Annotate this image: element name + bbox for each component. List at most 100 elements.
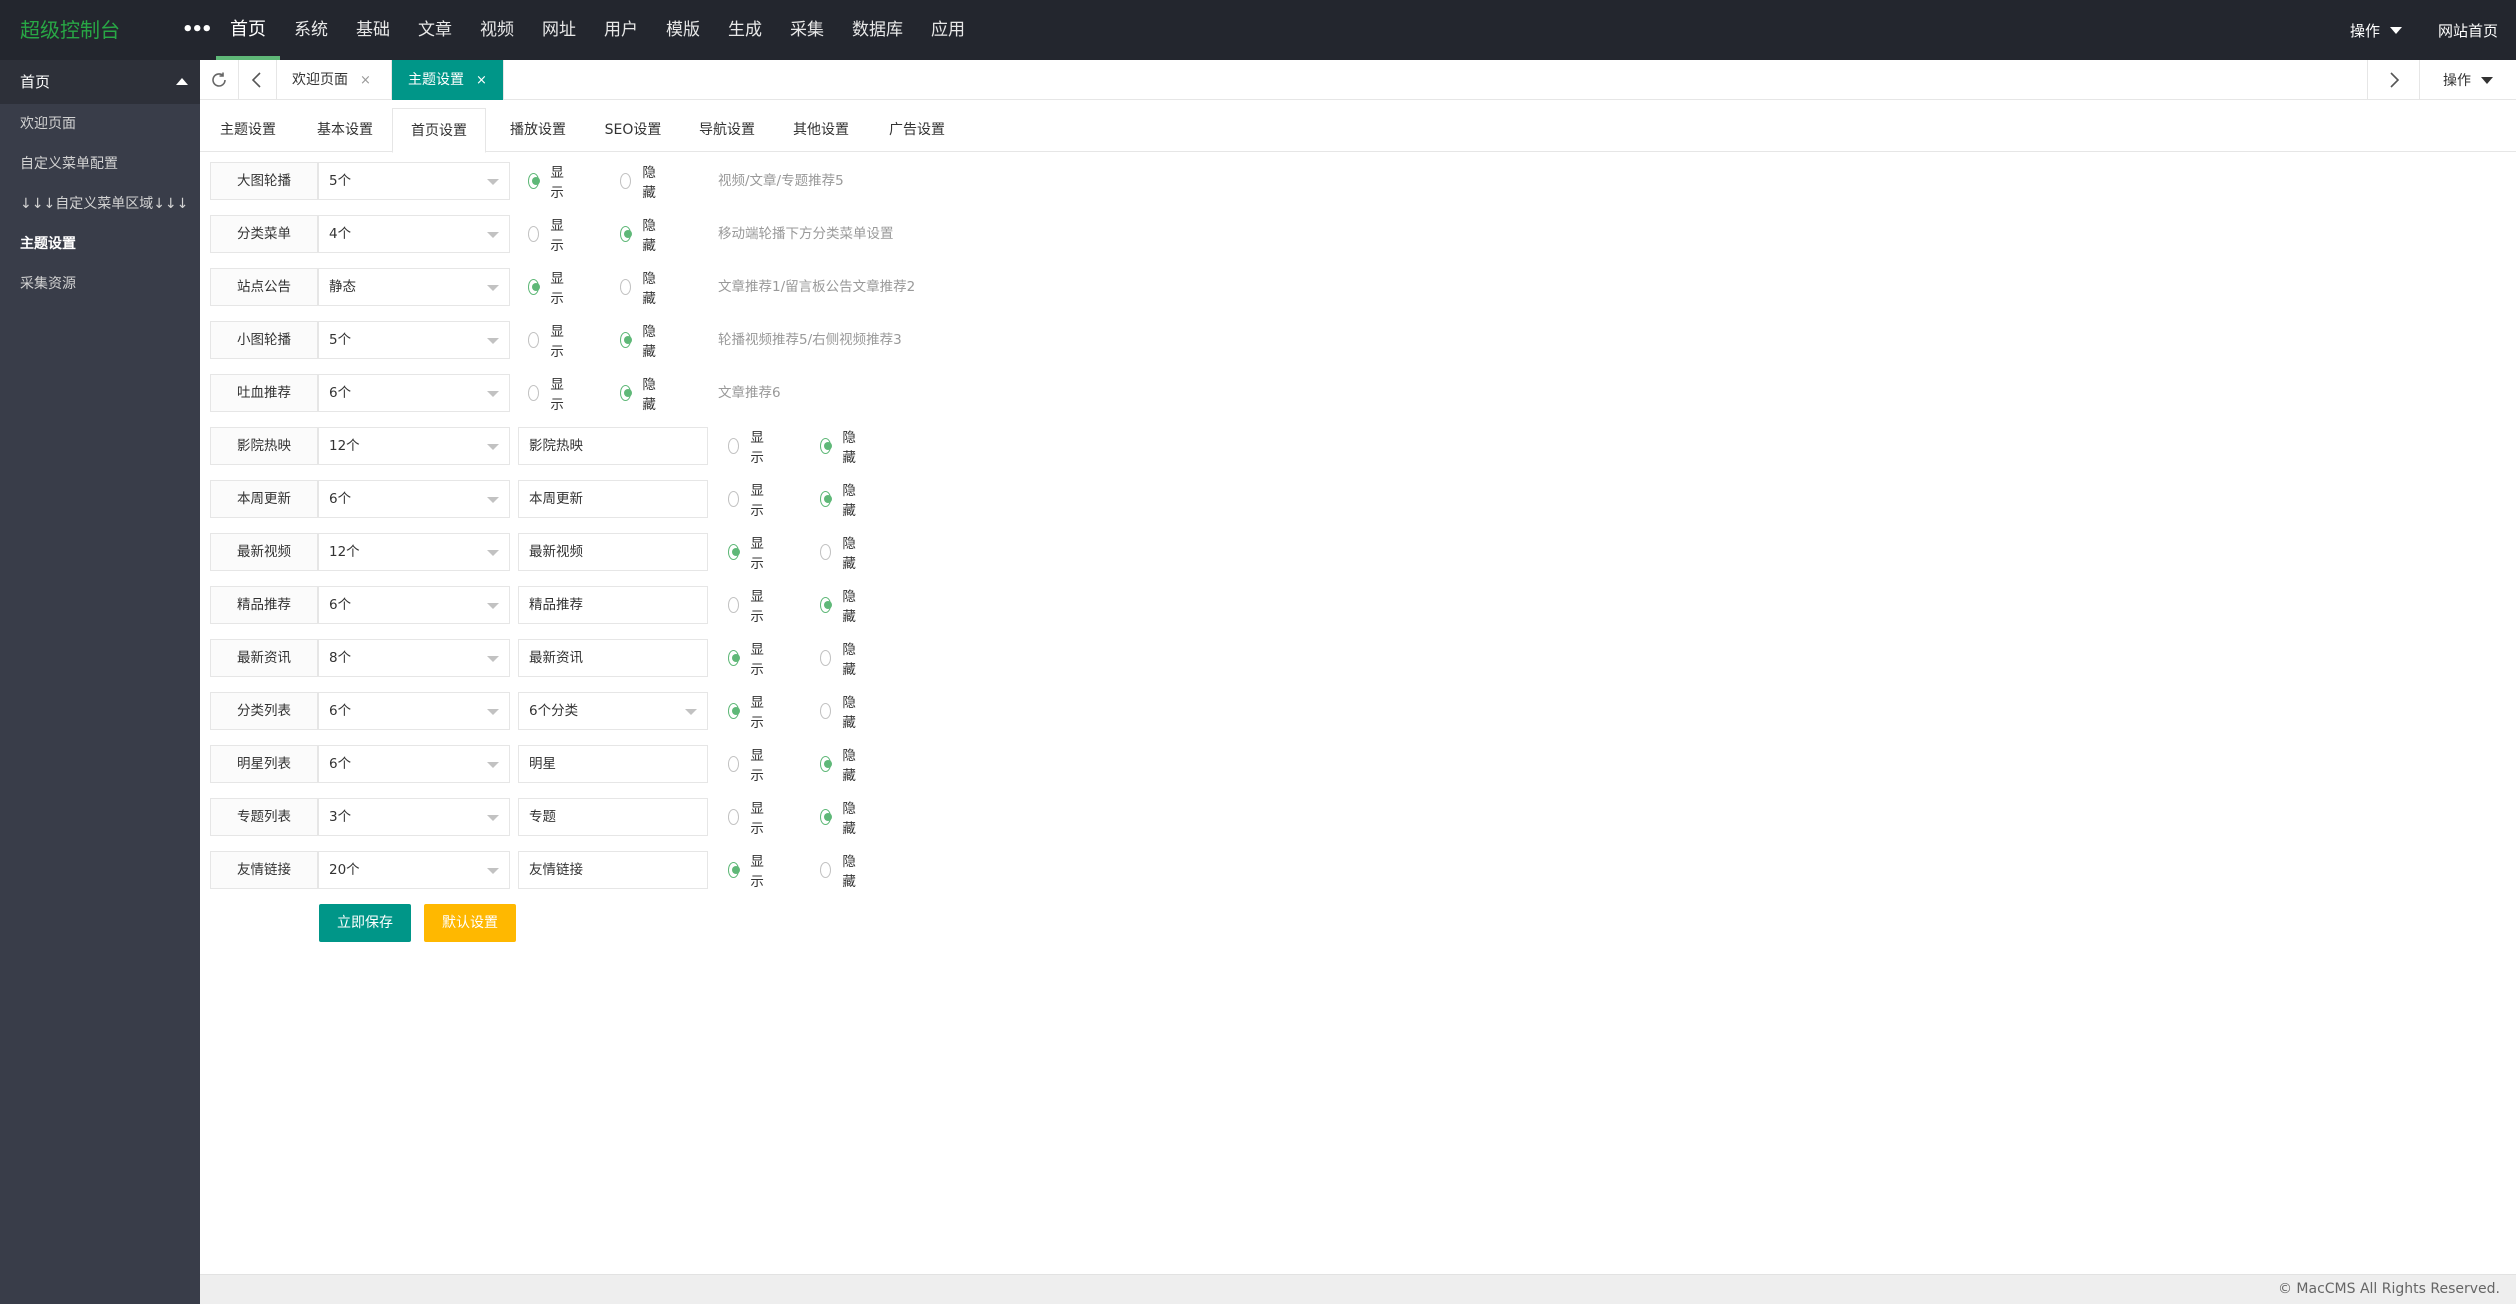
radio-option[interactable]: 显示 [728,639,769,678]
top-nav-item[interactable]: 模版 [652,0,714,60]
title-input[interactable]: 本周更新 [518,480,708,518]
radio-option[interactable]: 显示 [728,586,769,625]
close-icon[interactable]: × [476,73,487,88]
default-settings-button[interactable]: 默认设置 [424,904,516,942]
sidebar-item[interactable]: 采集资源 [0,264,200,304]
count-select[interactable]: 5个 [318,162,510,200]
page-tab-theme[interactable]: 主题设置 × [392,60,504,100]
radio-option[interactable]: 显示 [728,851,769,890]
count-select[interactable]: 6个 [318,745,510,783]
subtab-4[interactable]: SEO设置 [592,108,674,152]
radio-option[interactable]: 隐藏 [820,851,861,890]
sidebar-item[interactable]: 欢迎页面 [0,104,200,144]
radio-option[interactable]: 隐藏 [820,586,861,625]
top-nav-item[interactable]: 基础 [342,0,404,60]
radio-option[interactable]: 隐藏 [620,162,661,201]
radio-option[interactable]: 显示 [728,480,769,519]
title-input[interactable]: 影院热映 [518,427,708,465]
subtab-5[interactable]: 导航设置 [686,108,768,152]
radio-option[interactable]: 显示 [728,533,769,572]
count-select[interactable]: 5个 [318,321,510,359]
radio-option[interactable]: 隐藏 [820,427,861,466]
count-select[interactable]: 12个 [318,533,510,571]
close-icon[interactable]: × [360,73,371,88]
radio-option[interactable]: 隐藏 [820,692,861,731]
radio-option[interactable]: 显示 [528,215,569,254]
radio-option[interactable]: 显示 [528,268,569,307]
count-select[interactable]: 4个 [318,215,510,253]
page-tab-welcome[interactable]: 欢迎页面 × [276,60,392,100]
count-select[interactable]: 6个 [318,480,510,518]
count-select[interactable]: 6个 [318,374,510,412]
sidebar-item[interactable]: ↓↓↓自定义菜单区域↓↓↓ [0,184,200,224]
setting-label: 最新视频 [210,533,318,571]
top-nav-item[interactable]: 系统 [280,0,342,60]
count-select[interactable]: 6个 [318,586,510,624]
category-select[interactable]: 6个分类 [518,692,708,730]
count-select[interactable]: 静态 [318,268,510,306]
header-operate-menu[interactable]: 操作 [2332,20,2420,41]
count-select[interactable]: 8个 [318,639,510,677]
radio-option[interactable]: 显示 [728,427,769,466]
tab-prev-button[interactable] [238,60,277,100]
site-home-link[interactable]: 网站首页 [2420,20,2516,41]
count-select[interactable]: 3个 [318,798,510,836]
radio-label: 显示 [550,324,564,360]
radio-option[interactable]: 隐藏 [620,321,661,360]
radio-option[interactable]: 隐藏 [820,745,861,784]
top-nav-item[interactable]: 文章 [404,0,466,60]
count-select-value: 6个 [329,703,352,719]
subtab-0[interactable]: 主题设置 [212,108,284,152]
top-nav-item[interactable]: 采集 [776,0,838,60]
radio-option[interactable]: 显示 [728,745,769,784]
subtab-6[interactable]: 其他设置 [780,108,862,152]
radio-option[interactable]: 隐藏 [620,268,661,307]
tab-operate-menu[interactable]: 操作 [2419,60,2516,100]
refresh-button[interactable] [200,60,239,100]
top-nav-item[interactable]: 数据库 [838,0,917,60]
sidebar-item[interactable]: 自定义菜单配置 [0,144,200,184]
title-input[interactable]: 最新视频 [518,533,708,571]
radio-option[interactable]: 隐藏 [620,215,661,254]
count-select-value: 6个 [329,491,352,507]
setting-hint: 文章推荐6 [718,385,781,401]
top-nav-item[interactable]: 视频 [466,0,528,60]
top-nav-item[interactable]: 生成 [714,0,776,60]
radio-option[interactable]: 显示 [528,374,569,413]
tab-next-button[interactable] [2367,60,2419,100]
subtab-7[interactable]: 广告设置 [876,108,958,152]
app-logo[interactable]: 超级控制台 [20,0,120,60]
radio-unchecked-icon [728,438,740,454]
count-select[interactable]: 12个 [318,427,510,465]
subtab-3[interactable]: 播放设置 [498,108,578,152]
subtab-1[interactable]: 基本设置 [304,108,386,152]
header-operate-label: 操作 [2349,21,2380,40]
subtab-2[interactable]: 首页设置 [392,108,486,153]
title-input[interactable]: 最新资讯 [518,639,708,677]
save-button[interactable]: 立即保存 [319,904,411,942]
radio-option[interactable]: 显示 [728,692,769,731]
title-input[interactable]: 明星 [518,745,708,783]
radio-option[interactable]: 显示 [728,798,769,837]
radio-option[interactable]: 隐藏 [820,798,861,837]
radio-option[interactable]: 显示 [528,162,569,201]
radio-option[interactable]: 隐藏 [820,480,861,519]
sidebar-item[interactable]: 主题设置 [0,224,200,264]
radio-label: 显示 [550,165,564,201]
count-select[interactable]: 6个 [318,692,510,730]
top-nav-item[interactable]: 用户 [590,0,652,60]
top-nav-item[interactable]: 应用 [917,0,979,60]
count-select[interactable]: 20个 [318,851,510,889]
radio-option[interactable]: 隐藏 [820,639,861,678]
radio-option[interactable]: 隐藏 [820,533,861,572]
radio-option[interactable]: 隐藏 [620,374,661,413]
top-nav-item[interactable]: 首页 [216,0,280,60]
more-icon[interactable]: ••• [182,0,212,60]
title-input[interactable]: 精品推荐 [518,586,708,624]
title-input[interactable]: 专题 [518,798,708,836]
title-input[interactable]: 友情链接 [518,851,708,889]
sidebar-group-home[interactable]: 首页 [0,60,200,104]
dropdown-arrow-icon [487,179,499,185]
radio-option[interactable]: 显示 [528,321,569,360]
top-nav-item[interactable]: 网址 [528,0,590,60]
